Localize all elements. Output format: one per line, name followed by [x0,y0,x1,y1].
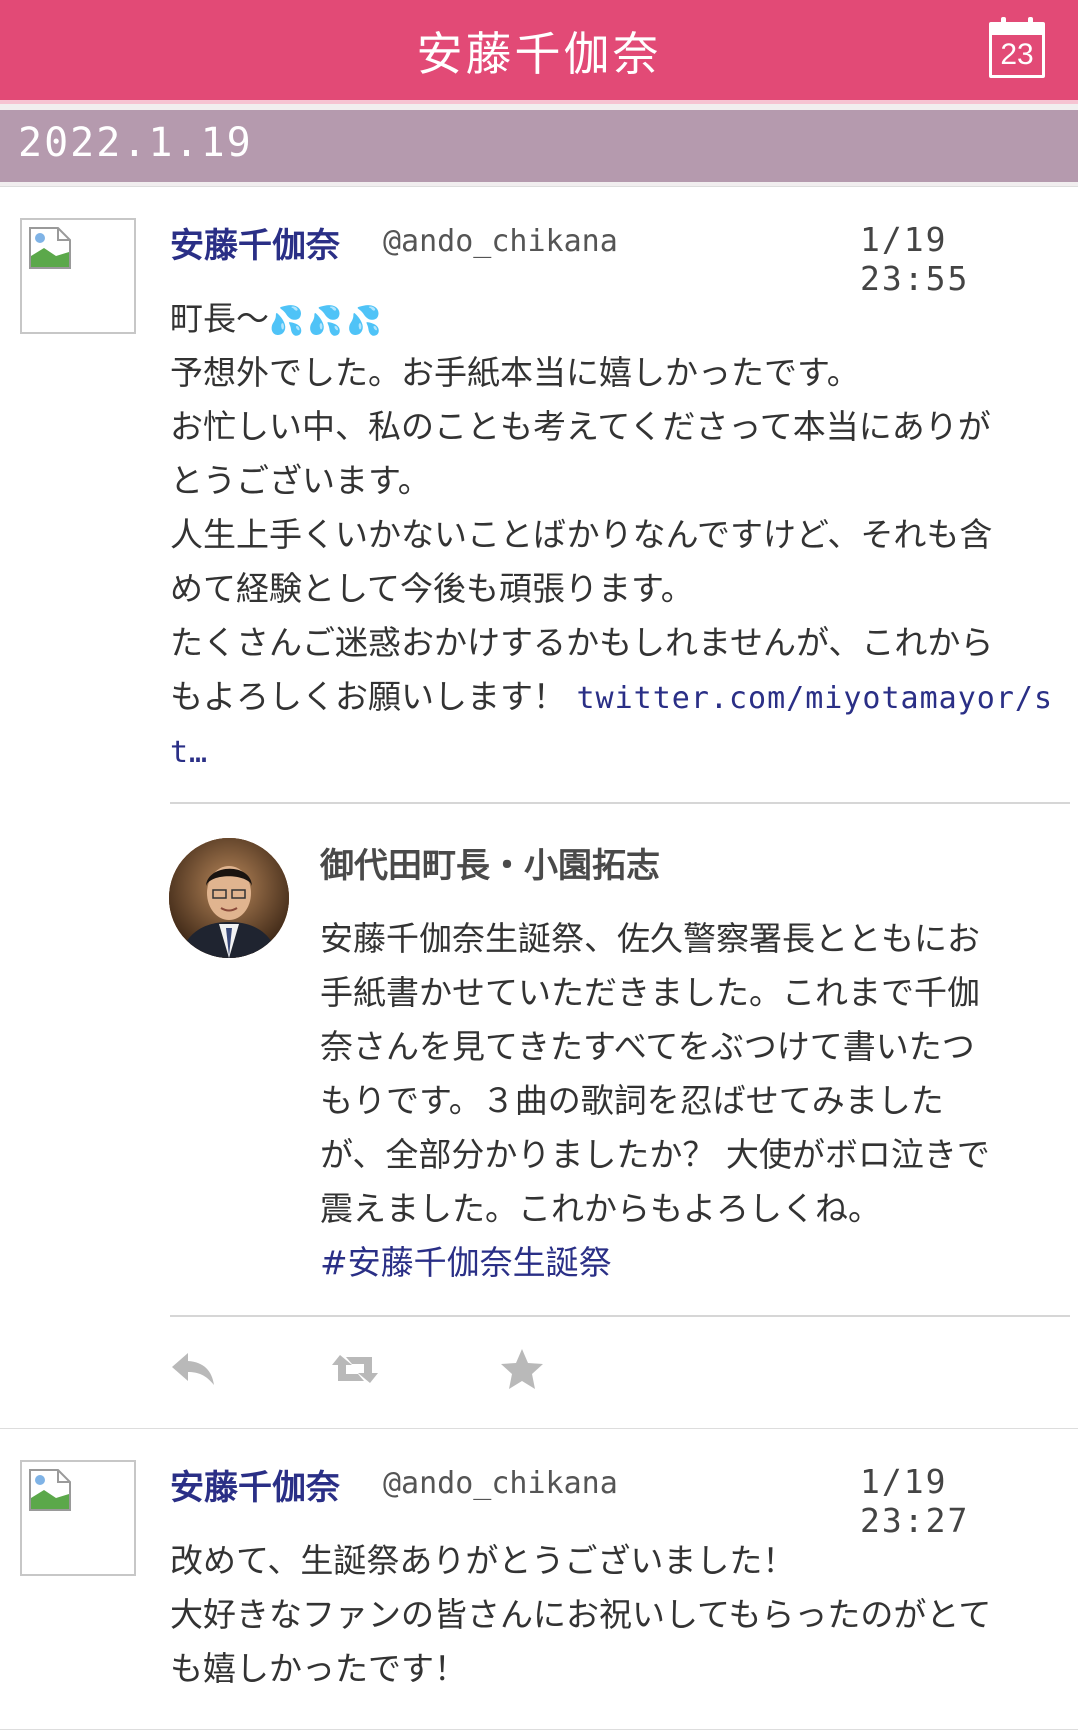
tweet-handle[interactable]: @ando_chikana [383,224,618,259]
quote-text: 安藤千伽奈生誕祭、佐久警察署長とともにお 手紙書かせていただきました。これまで千… [320,912,1060,1290]
reply-icon[interactable] [168,1347,218,1391]
app-header: 安藤千伽奈 23 [0,0,1078,104]
tweet-line: もよろしくお願いします！ [170,677,566,716]
retweet-icon[interactable] [330,1347,380,1391]
tweet-line: も嬉しかったです！ [170,1649,467,1688]
tweet-link[interactable]: twitter.com/miyotamayor/s [577,681,1054,716]
tweet-link-continued[interactable]: t… [170,735,208,770]
tweet-line: たくさんご迷惑おかけするかもしれませんが、これから [170,623,994,662]
favorite-icon[interactable] [497,1347,547,1391]
quote-line: もりです。３曲の歌詞を忍ばせてみました [320,1081,944,1120]
quote-line: 奈さんを見てきたすべてをぶつけて書いたつ [320,1027,975,1066]
page-title: 安藤千伽奈 [416,27,662,81]
calendar-icon[interactable]: 23 [989,17,1045,78]
date-label: 2022.1.19 [18,120,253,166]
calendar-day: 23 [1000,38,1034,71]
tweet-text: 改めて、生誕祭ありがとうございました！ 大好きなファンの皆さんにお祝いしてもらっ… [170,1534,1070,1696]
tweet-line: 人生上手くいかないことばかりなんですけど、それも含 [170,515,993,554]
tweet-text: 町長〜💦💦💦 予想外でした。お手紙本当に嬉しかったです。 お忙しい中、私のことも… [170,292,1070,778]
quote-line: 震えました。これからもよろしくね。 [320,1189,881,1228]
tweet-username[interactable]: 安藤千伽奈 [170,1460,340,1509]
divider [170,802,1070,804]
avatar[interactable] [20,1460,136,1576]
tweet-line: 大好きなファンの皆さんにお祝いしてもらったのがとて [170,1595,992,1634]
hashtag-link[interactable]: #安藤千伽奈生誕祭 [320,1236,1060,1290]
tweet-line: めて経験として今後も頑張ります。 [170,569,694,608]
portrait-image [169,838,289,958]
tweet-handle[interactable]: @ando_chikana [383,1466,618,1501]
quote-avatar[interactable] [169,838,289,958]
date-bar: 2022.1.19 [0,110,1078,182]
quote-author[interactable]: 御代田町長・小園拓志 [320,838,660,887]
tweet-timestamp[interactable]: 1/19 23:27 [860,1462,1078,1540]
tweet-line: 改めて、生誕祭ありがとうございました！ [170,1541,796,1580]
broken-image-icon [29,1469,71,1511]
broken-image-icon [29,227,71,269]
divider [170,1315,1070,1317]
tweet-timestamp[interactable]: 1/19 23:55 [860,220,1078,298]
quote-line: が、全部分かりましたか？ 大使がボロ泣きで [320,1135,990,1174]
tweet-username[interactable]: 安藤千伽奈 [170,218,340,267]
quote-line: 手紙書かせていただきました。これまで千伽 [320,973,980,1012]
quote-line: 安藤千伽奈生誕祭、佐久警察署長とともにお [320,919,980,958]
avatar[interactable] [20,218,136,334]
sweat-drops-emoji: 💦💦💦 [269,304,386,337]
tweet-line: とうございます。 [170,461,431,500]
tweet-line: 予想外でした。お手紙本当に嬉しかったです。 [170,353,860,392]
tweet-line: 町長〜 [170,299,269,338]
tweet-line: お忙しい中、私のことも考えてくださって本当にありが [170,407,991,446]
